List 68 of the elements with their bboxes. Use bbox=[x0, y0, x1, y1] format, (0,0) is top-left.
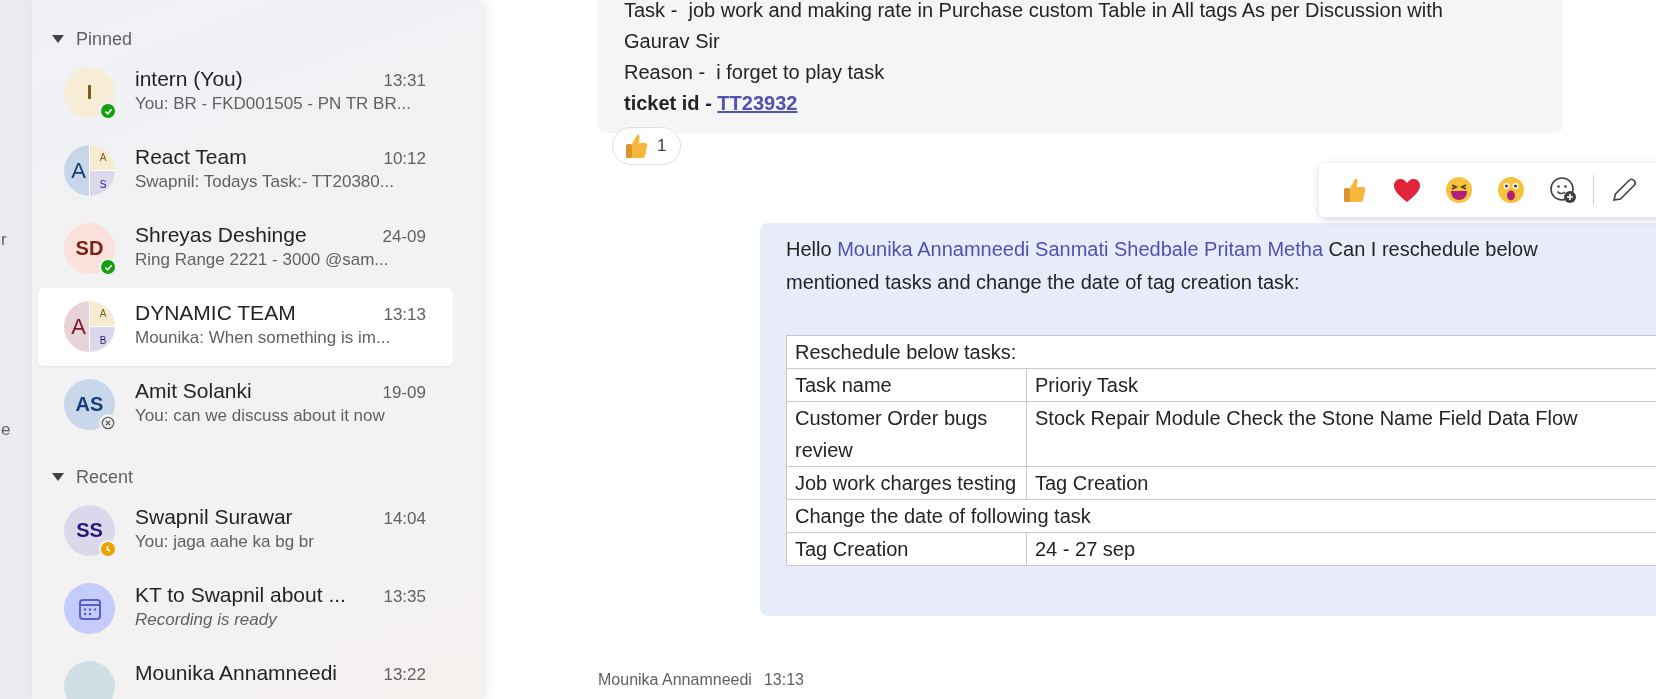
thumbs-up-icon bbox=[625, 133, 649, 159]
chat-preview: Swapnil: Todays Task:- TT20380... bbox=[135, 172, 395, 192]
section-header[interactable]: Recent bbox=[32, 462, 483, 492]
chat-item[interactable]: I intern (You) 13:31 You: BR - FKD001505 - PN TR BR... bbox=[38, 54, 453, 132]
mention-link[interactable]: Mounika Annamneedi bbox=[837, 238, 1030, 260]
group-avatar: A A S bbox=[64, 145, 115, 196]
laughing-face-icon bbox=[1445, 176, 1473, 204]
message-author: Mounika Annamneedi bbox=[598, 671, 752, 689]
chat-item[interactable]: A A S React Team 10:12 Swapnil: Todays Task:- TT20380... bbox=[38, 132, 453, 210]
surprised-face-icon bbox=[1497, 176, 1525, 204]
chat-preview: You: BR - FKD001505 - PN TR BR... bbox=[135, 94, 412, 114]
avatar: I bbox=[64, 67, 115, 118]
section-header[interactable]: Pinned bbox=[32, 24, 483, 54]
chat-time: 13:35 bbox=[383, 587, 426, 607]
chat-time: 13:22 bbox=[383, 665, 426, 685]
chat-name: Mounika Annamneedi bbox=[135, 661, 337, 685]
calendar-icon bbox=[77, 596, 102, 621]
chat-item[interactable]: Mounika Annamneedi 13:22 bbox=[38, 648, 453, 699]
chat-name: KT to Swapnil about ... bbox=[135, 583, 346, 607]
rail-label[interactable]: e bbox=[1, 420, 32, 440]
chat-name: Amit Solanki bbox=[135, 379, 252, 403]
thumbs-up-icon bbox=[1343, 177, 1367, 203]
chat-name: Swapnil Surawar bbox=[135, 505, 293, 529]
table-cell: Task name bbox=[786, 368, 1027, 402]
table-cell: Reschedule below tasks: bbox=[786, 335, 1656, 369]
chat-time: 10:12 bbox=[383, 149, 426, 169]
message-time: 13:13 bbox=[763, 671, 804, 689]
chat-name: Shreyas Deshinge bbox=[135, 223, 307, 247]
chat-time: 19-09 bbox=[382, 383, 426, 403]
add-reaction-icon bbox=[1549, 176, 1577, 204]
table-cell: Tag Creation bbox=[786, 532, 1027, 566]
avatar: SD bbox=[64, 223, 115, 274]
chat-item[interactable]: AS Amit Solanki 19-09 You: can we discuss about it now bbox=[38, 366, 453, 444]
chat-time: 13:13 bbox=[383, 305, 426, 325]
chat-item[interactable]: A A B DYNAMIC TEAM 13:13 Mounika: When something is im... bbox=[38, 288, 453, 366]
section-title: Recent bbox=[76, 466, 134, 488]
chat-name: DYNAMIC TEAM bbox=[135, 301, 296, 325]
mention-link[interactable]: Pritam Metha bbox=[1204, 238, 1323, 260]
table-cell: Customer Order bugs review bbox=[786, 401, 1027, 467]
avatar: AS bbox=[64, 379, 115, 430]
chat-preview: Mounika: When something is im... bbox=[135, 328, 392, 348]
ticket-label: ticket id - bbox=[624, 92, 713, 114]
chat-preview: You: can we discuss about it now bbox=[135, 406, 386, 426]
chat-preview: You: jaga aahe ka bg br bbox=[135, 532, 315, 552]
chat-item[interactable]: KT to Swapnil about ... 13:35 Recording is ready bbox=[38, 570, 453, 648]
chat-time: 24-09 bbox=[382, 227, 426, 247]
chat-preview: Ring Range 2221 - 3000 @sam... bbox=[135, 250, 390, 270]
avatar: SS bbox=[64, 505, 115, 556]
table-cell: Job work charges testing bbox=[786, 466, 1027, 500]
message-text: Task - job work and making rate in Purchase custom Table in All tags As per Discussion with Gaurav Sir bbox=[624, 0, 1444, 54]
chat-preview: Recording is ready bbox=[135, 610, 279, 630]
chat-item[interactable]: SS Swapnil Surawar 14:04 You: jaga aahe ka bg br bbox=[38, 492, 453, 570]
section-title: Pinned bbox=[76, 28, 133, 50]
group-avatar: A A B bbox=[64, 301, 115, 352]
message-text: Reason - i forget to play task bbox=[624, 60, 886, 85]
pencil-icon bbox=[1611, 177, 1637, 203]
chat-name: intern (You) bbox=[135, 67, 243, 91]
chat-name: React Team bbox=[135, 145, 247, 169]
ticket-link[interactable]: TT23932 bbox=[717, 92, 798, 114]
reaction-button[interactable]: 1 bbox=[612, 127, 682, 165]
heart-icon bbox=[1393, 177, 1421, 203]
chat-item[interactable]: SD Shreyas Deshinge 24-09 Ring Range 2221 - 3000 @sam... bbox=[38, 210, 453, 288]
chat-time: 14:04 bbox=[383, 509, 426, 529]
rail-label[interactable]: r bbox=[1, 230, 32, 250]
chat-time: 13:31 bbox=[383, 71, 426, 91]
mention-link[interactable]: Sanmati Shedbale bbox=[1035, 238, 1199, 260]
message-text: Hello Mounika Annamneedi Sanmati Shedbale Pritam Metha Can I reschedule below mentioned tasks and change the date of tag creation task: bbox=[786, 237, 1539, 295]
table-cell: Change the date of following task bbox=[786, 499, 1656, 533]
